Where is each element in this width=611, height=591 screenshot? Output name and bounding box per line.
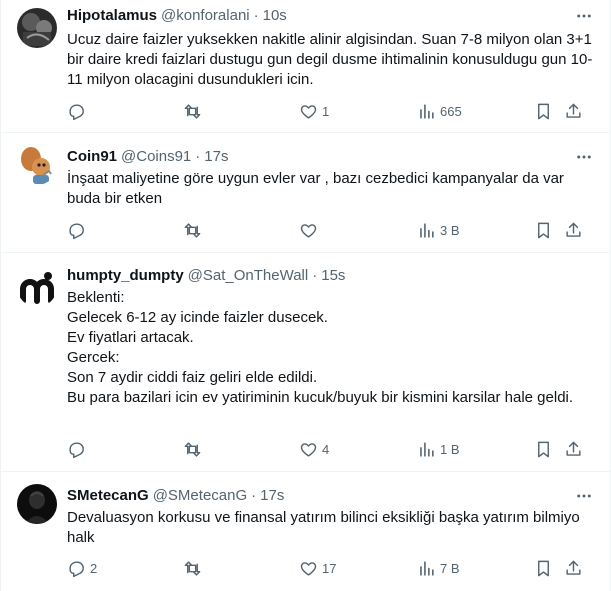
tweet-text: Devaluasyon korkusu ve finansal yatırım … xyxy=(67,509,580,546)
reply-icon xyxy=(69,560,84,577)
tweet-header: Coin91 @Coins91 · 17s xyxy=(67,147,594,167)
views-button[interactable]: 1 B xyxy=(417,439,460,459)
display-name[interactable]: Coin91 xyxy=(67,147,117,167)
user-handle[interactable]: @Sat_OnTheWall xyxy=(188,266,309,286)
bookmark-icon xyxy=(538,222,549,238)
bookmark-icon xyxy=(538,560,549,576)
tweet-actions: 2 17 7 B xyxy=(67,558,594,578)
retweet-icon xyxy=(184,103,201,119)
share-button[interactable] xyxy=(564,439,583,459)
user-handle[interactable]: @Coins91 xyxy=(121,147,191,167)
tweet-actions: 4 1 B xyxy=(67,439,594,459)
display-name[interactable]: SMetecanG xyxy=(67,486,149,506)
tweet-text: Ucuz daire faizler yuksekken nakitle ali… xyxy=(67,31,593,88)
more-options-icon[interactable] xyxy=(574,6,594,26)
like-button[interactable]: 4 xyxy=(299,439,329,459)
reply-button[interactable]: 2 xyxy=(67,558,97,578)
reply-button[interactable] xyxy=(67,220,90,240)
bookmark-button[interactable] xyxy=(534,439,553,459)
share-icon xyxy=(566,560,581,575)
view-count: 3 B xyxy=(440,222,460,238)
views-button[interactable]: 7 B xyxy=(417,558,460,578)
tweet[interactable]: SMetecanG @SMetecanG · 17s Devaluasyon k… xyxy=(1,472,610,591)
user-handle[interactable]: @konforalani xyxy=(161,6,250,26)
timestamp[interactable]: 17s xyxy=(260,486,284,506)
tweet[interactable]: Hipotalamus @konforalani · 10s Ucuz dair… xyxy=(1,0,610,133)
avatar[interactable] xyxy=(17,8,57,48)
separator: · xyxy=(312,267,318,284)
analytics-icon xyxy=(420,103,434,119)
like-button[interactable]: 1 xyxy=(299,101,329,121)
analytics-icon xyxy=(420,222,434,238)
reply-button[interactable] xyxy=(67,439,90,459)
reply-count: 2 xyxy=(90,560,98,576)
display-name[interactable]: humpty_dumpty xyxy=(67,266,184,286)
view-count: 7 B xyxy=(440,560,460,576)
share-button[interactable] xyxy=(564,101,583,121)
bookmark-button[interactable] xyxy=(534,101,553,121)
tweet-text: İnşaat maliyetine göre uygun evler var ,… xyxy=(67,170,564,207)
reply-button[interactable] xyxy=(67,101,90,121)
views-button[interactable]: 665 xyxy=(417,101,462,121)
retweet-button[interactable] xyxy=(183,439,206,459)
tweet[interactable]: Coin91 @Coins91 · 17s İnşaat maliyetine … xyxy=(1,133,610,253)
tweet-header: SMetecanG @SMetecanG · 17s xyxy=(67,486,594,506)
retweet-icon xyxy=(184,560,201,576)
like-count: 17 xyxy=(322,560,337,576)
views-button[interactable]: 3 B xyxy=(417,220,460,240)
reply-icon xyxy=(69,222,84,239)
like-button[interactable]: 17 xyxy=(299,558,336,578)
avatar[interactable] xyxy=(17,484,57,524)
share-icon xyxy=(566,441,581,456)
heart-icon xyxy=(300,442,317,457)
like-count: 1 xyxy=(322,103,330,119)
share-icon xyxy=(566,103,581,118)
tweet-header: Hipotalamus @konforalani · 10s xyxy=(67,6,594,26)
retweet-button[interactable] xyxy=(183,558,206,578)
user-handle[interactable]: @SMetecanG xyxy=(153,486,247,506)
timestamp[interactable]: 15s xyxy=(321,266,345,286)
tweet-actions: 1 665 xyxy=(67,101,594,121)
like-button[interactable] xyxy=(299,220,322,240)
reply-icon xyxy=(69,441,84,458)
timestamp[interactable]: 10s xyxy=(263,6,287,26)
heart-icon xyxy=(300,561,317,576)
display-name[interactable]: Hipotalamus xyxy=(67,6,157,26)
bookmark-icon xyxy=(538,103,549,119)
avatar[interactable] xyxy=(17,145,57,185)
heart-icon xyxy=(300,223,317,238)
timeline-feed: Hipotalamus @konforalani · 10s Ucuz dair… xyxy=(0,0,611,591)
analytics-icon xyxy=(420,560,434,576)
separator: · xyxy=(251,487,257,504)
retweet-icon xyxy=(184,222,201,238)
tweet-text: Beklenti: Gelecek 6-12 ay icinde faizler… xyxy=(67,289,574,406)
retweet-icon xyxy=(184,441,201,457)
more-options-icon[interactable] xyxy=(574,147,594,167)
retweet-button[interactable] xyxy=(183,220,206,240)
like-count: 4 xyxy=(322,441,330,457)
retweet-button[interactable] xyxy=(183,101,206,121)
view-count: 665 xyxy=(440,103,462,119)
tweet-header: humpty_dumpty @Sat_OnTheWall · 15s xyxy=(67,266,594,286)
bookmark-button[interactable] xyxy=(534,558,553,578)
bookmark-icon xyxy=(538,441,549,457)
bookmark-button[interactable] xyxy=(534,220,553,240)
share-icon xyxy=(566,222,581,237)
avatar[interactable] xyxy=(17,267,57,307)
tweet[interactable]: humpty_dumpty @Sat_OnTheWall · 15s Bekle… xyxy=(1,253,610,472)
separator: · xyxy=(195,148,201,165)
separator: · xyxy=(253,7,259,24)
more-options-icon[interactable] xyxy=(574,486,594,506)
timestamp[interactable]: 17s xyxy=(204,147,228,167)
heart-icon xyxy=(300,104,317,119)
analytics-icon xyxy=(420,441,434,457)
share-button[interactable] xyxy=(564,220,583,240)
view-count: 1 B xyxy=(440,441,460,457)
reply-icon xyxy=(69,103,84,120)
share-button[interactable] xyxy=(564,558,583,578)
tweet-actions: 3 B xyxy=(67,220,594,240)
